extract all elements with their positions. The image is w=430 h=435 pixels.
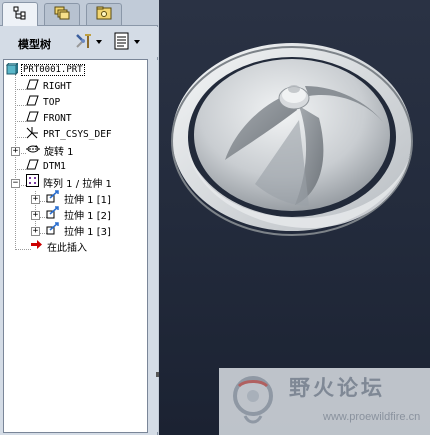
tree-connector <box>15 121 26 122</box>
extrude-icon <box>46 206 60 222</box>
expand-toggle[interactable]: + <box>31 195 40 204</box>
tree-item-extrude-3[interactable]: 拉伸 1 [3] <box>46 222 111 238</box>
tree-item-csys[interactable]: PRT_CSYS_DEF <box>26 126 112 142</box>
model-tree-toolbar: 模型树 <box>0 27 158 57</box>
datum-plane-icon <box>26 95 39 109</box>
forum-watermark: 野火论坛 www.proewildfire.cn <box>219 368 430 435</box>
show-list-icon <box>114 32 130 53</box>
forum-logo-icon <box>227 372 279 433</box>
tree-item-right[interactable]: RIGHT <box>26 78 72 94</box>
collapse-toggle[interactable]: − <box>11 179 20 188</box>
tree-connector <box>15 89 26 90</box>
expand-toggle[interactable]: + <box>31 211 40 220</box>
show-menu-button[interactable] <box>114 32 140 52</box>
part-icon <box>5 61 20 78</box>
revolve-icon <box>26 143 40 158</box>
tree-item-insert-here[interactable]: 在此插入 <box>30 238 87 254</box>
tree-item-top[interactable]: TOP <box>26 94 60 110</box>
tree-item-pattern[interactable]: 阵列 1 / 拉伸 1 <box>26 174 112 190</box>
tree-item-label: 阵列 1 / 拉伸 1 <box>43 178 112 190</box>
datum-plane-icon <box>26 159 39 173</box>
tree-item-label: 旋转 1 <box>44 146 74 158</box>
tree-connector <box>15 169 26 170</box>
model-tree: PRT0001.PRT RIGHT TOP FRONT PRT_CSYS_DEF… <box>3 59 148 433</box>
tree-connector <box>15 137 26 138</box>
folder-stack-icon <box>54 6 70 23</box>
tree-item-extrude-2[interactable]: 拉伸 1 [2] <box>46 206 111 222</box>
chevron-down-icon <box>96 40 102 44</box>
coordinate-system-icon <box>26 126 39 142</box>
tree-item-label: DTM1 <box>43 160 66 172</box>
folder-browser-tab[interactable] <box>44 3 80 25</box>
tree-connector <box>15 74 16 250</box>
tree-root-label: PRT0001.PRT <box>21 64 85 76</box>
tree-item-label: TOP <box>43 96 61 108</box>
model-tree-tab[interactable] <box>2 2 38 26</box>
chevron-down-icon <box>134 40 140 44</box>
datum-plane-icon <box>26 79 39 93</box>
favorites-tab[interactable] <box>86 3 122 25</box>
tree-item-revolve[interactable]: 旋转 1 <box>26 142 74 158</box>
insert-here-arrow-icon <box>30 239 43 253</box>
tools-settings-icon <box>74 32 92 53</box>
tree-item-extrude-1[interactable]: 拉伸 1 [1] <box>46 190 111 206</box>
tree-item-dtm1[interactable]: DTM1 <box>26 158 66 174</box>
watermark-url: www.proewildfire.cn <box>323 411 421 423</box>
tree-item-label: 拉伸 1 [1] <box>64 194 111 206</box>
expand-toggle[interactable]: + <box>31 227 40 236</box>
tree-item-front[interactable]: FRONT <box>26 110 72 126</box>
extrude-icon <box>46 222 60 238</box>
extrude-icon <box>46 190 60 206</box>
tree-item-label: 拉伸 1 [2] <box>64 210 111 222</box>
navigator-panel: 模型树 PRT0001.PRT RIGHT TOP FRONT PRT_CSYS… <box>0 0 159 435</box>
model-tree-icon <box>13 6 27 23</box>
tree-connector <box>15 249 31 250</box>
favorites-folder-icon <box>96 6 112 23</box>
settings-menu-button[interactable] <box>74 32 102 52</box>
tree-item-label: RIGHT <box>43 80 72 92</box>
tree-item-label: 拉伸 1 [3] <box>64 226 111 238</box>
expand-toggle[interactable]: + <box>11 147 20 156</box>
tree-item-label: PRT_CSYS_DEF <box>43 128 112 140</box>
datum-plane-icon <box>26 111 39 125</box>
tree-root-item[interactable]: PRT0001.PRT <box>5 61 85 78</box>
navigator-tab-bar <box>0 0 158 26</box>
pattern-icon <box>26 174 39 190</box>
tree-connector <box>15 105 26 106</box>
watermark-title: 野火论坛 <box>289 376 385 400</box>
tree-item-label: FRONT <box>43 112 72 124</box>
model-tree-title: 模型树 <box>18 38 51 51</box>
tree-item-label: 在此插入 <box>47 242 87 254</box>
